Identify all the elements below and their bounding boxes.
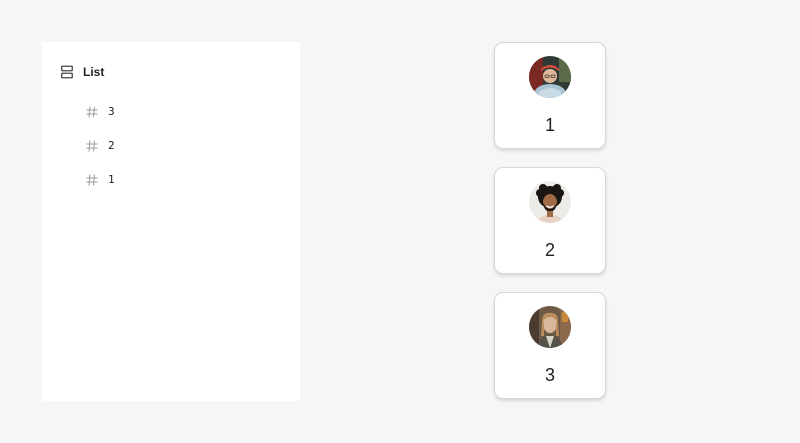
hash-icon — [86, 105, 98, 118]
layers-panel-title: List — [83, 65, 105, 79]
layer-item[interactable]: 3 — [86, 94, 115, 128]
hash-icon — [86, 173, 98, 186]
hash-icon — [86, 139, 98, 152]
layers-panel-header[interactable]: List — [61, 64, 104, 80]
layers-panel: List 3 2 1 — [42, 42, 300, 401]
profile-card[interactable]: 3 — [494, 292, 606, 399]
avatar — [529, 181, 571, 223]
canvas: List 3 2 1 1 2 3 — [0, 0, 800, 443]
layer-item[interactable]: 1 — [86, 162, 115, 196]
profile-card[interactable]: 1 — [494, 42, 606, 149]
profile-card[interactable]: 2 — [494, 167, 606, 274]
card-label: 1 — [544, 115, 555, 135]
avatar — [529, 56, 571, 98]
layer-item[interactable]: 2 — [86, 128, 115, 162]
avatar — [529, 306, 571, 348]
layer-item-label: 1 — [108, 172, 115, 186]
layer-list: 3 2 1 — [86, 94, 115, 196]
card-label: 3 — [544, 365, 555, 385]
layer-item-label: 2 — [108, 138, 115, 152]
list-layout-icon — [61, 65, 73, 79]
layer-item-label: 3 — [108, 104, 115, 118]
card-label: 2 — [544, 240, 555, 260]
